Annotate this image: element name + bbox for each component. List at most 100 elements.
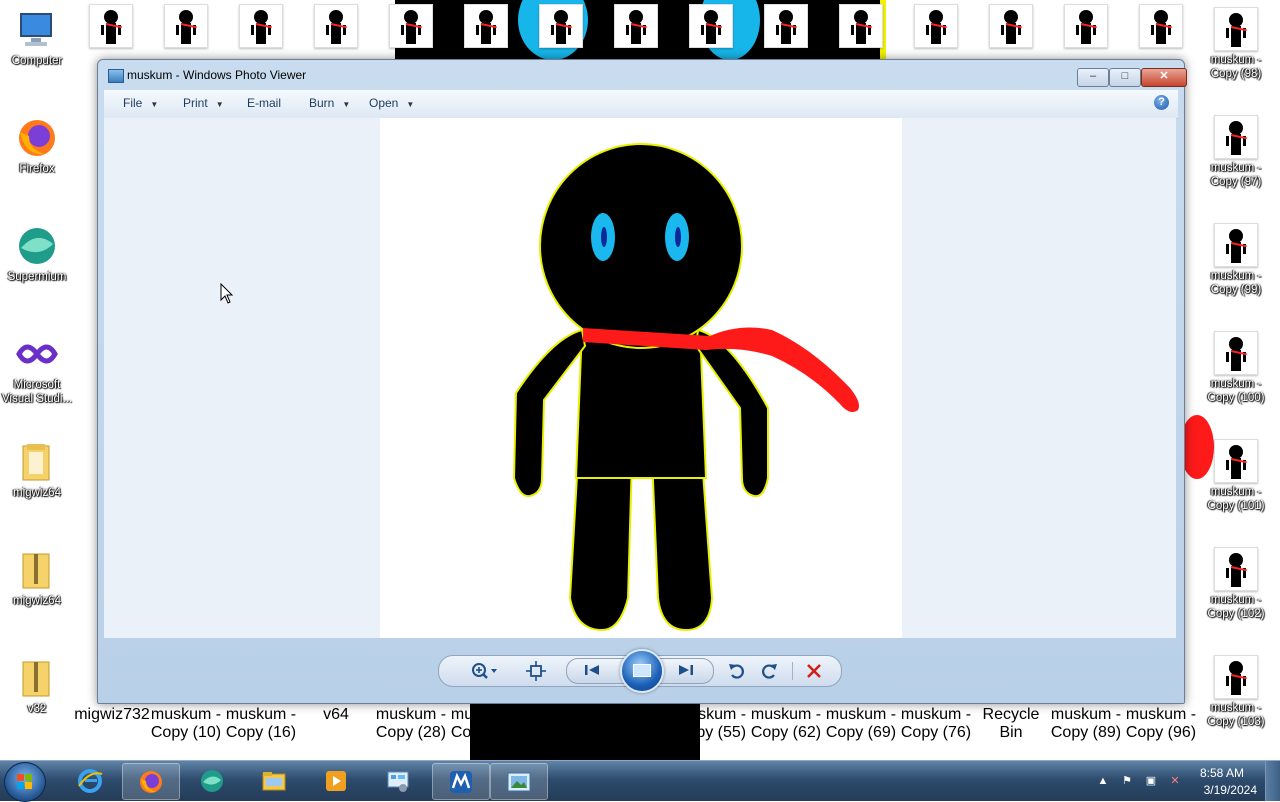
desktop-icon-right-3[interactable]: muskum - Copy (100)	[1199, 328, 1273, 405]
menu-file-label: File	[123, 96, 143, 110]
action-center-icon[interactable]: ⚑	[1120, 774, 1134, 788]
window-title: muskum - Windows Photo Viewer	[127, 68, 307, 82]
chevron-down-icon: ▼	[406, 100, 415, 109]
taskbar-maxthon[interactable]	[432, 763, 490, 800]
desktop-icon-right-2[interactable]: muskum - Copy (99)	[1199, 220, 1273, 297]
desktop-icon-bottom-label-7[interactable]: muskum - Copy (48)	[598, 706, 674, 742]
next-button[interactable]	[673, 660, 699, 680]
desktop-icon-bottom-label-6[interactable]: DVD Maker	[523, 706, 599, 742]
delete-button[interactable]	[801, 661, 827, 681]
desktop-icon-bottom-label-11[interactable]: muskum - Copy (76)	[898, 706, 974, 742]
rotate-counterclockwise-button[interactable]	[724, 661, 750, 681]
taskbar: ▲ ⚑ ▣ ✕ 8:58 AM 3/19/2024	[0, 760, 1280, 802]
clock-time[interactable]: 8:58 AM	[1200, 766, 1244, 780]
menu-burn-label: Burn	[309, 96, 335, 110]
help-icon[interactable]: ?	[1154, 95, 1169, 110]
zoom-button[interactable]	[467, 661, 501, 681]
desktop-icon-bottom-label-12[interactable]: Recycle Bin	[973, 706, 1049, 742]
taskbar-media-player[interactable]	[308, 763, 364, 798]
desktop-icon-bottom-label-9[interactable]: muskum - Copy (62)	[748, 706, 824, 742]
maximize-button[interactable]: □	[1109, 68, 1141, 87]
taskbar-internet-explorer[interactable]	[62, 763, 118, 798]
desktop-icon-bottom-label-4[interactable]: muskum - Copy (28)	[373, 706, 449, 742]
title-bar[interactable]: muskum - Windows Photo Viewer ‒ □ ✕	[98, 60, 1187, 90]
desktop-thumbnail-top-11[interactable]	[914, 4, 958, 48]
photo-viewer-window[interactable]: muskum - Windows Photo Viewer ‒ □ ✕ File…	[97, 59, 1187, 704]
menu-file[interactable]: File ▼	[123, 96, 158, 110]
desktop-icon-left-3[interactable]: Microsoft Visual Studi...	[0, 328, 74, 406]
menu-email[interactable]: E-mail	[247, 96, 281, 110]
desktop-icon-right-6[interactable]: muskum - Copy (103)	[1199, 652, 1273, 729]
desktop-icon-bottom-label-8[interactable]: muskum - Copy (55)	[673, 706, 749, 742]
desktop-thumbnail-top-8[interactable]	[689, 4, 733, 48]
taskbar-firefox[interactable]	[122, 763, 180, 800]
menu-burn[interactable]: Burn ▼	[309, 96, 350, 110]
taskbar-file-explorer[interactable]	[246, 763, 302, 798]
volume-muted-icon[interactable]: ✕	[1168, 774, 1182, 788]
show-desktop-button[interactable]	[1265, 761, 1280, 801]
desktop-icon-bottom-label-5[interactable]: muskum - Copy (35)	[448, 706, 524, 742]
menu-print[interactable]: Print ▼	[183, 96, 224, 110]
desktop-icon-left-2[interactable]: Supermium	[0, 220, 74, 284]
desktop-icon-bottom-label-10[interactable]: muskum - Copy (69)	[823, 706, 899, 742]
desktop-thumbnail-top-1[interactable]	[164, 4, 208, 48]
menu-email-label: E-mail	[247, 96, 282, 110]
desktop-icon-label: Supermium	[7, 271, 67, 283]
desktop-thumbnail-top-0[interactable]	[89, 4, 133, 48]
clock-date[interactable]: 3/19/2024	[1204, 783, 1257, 797]
supermium-icon	[201, 770, 223, 792]
desktop-thumbnail-top-5[interactable]	[464, 4, 508, 48]
desktop-icon-left-6[interactable]: v32	[0, 652, 74, 716]
minimize-button[interactable]: ‒	[1077, 68, 1109, 87]
previous-button[interactable]	[579, 660, 605, 680]
desktop-icon-left-5[interactable]: migwiz64	[0, 544, 74, 608]
visual-studio-icon	[15, 332, 59, 376]
desktop-icon-label: muskum - Copy (100)	[1207, 378, 1265, 404]
desktop-icon-bottom-label-2[interactable]: muskum - Copy (16)	[223, 706, 299, 742]
desktop-icon-bottom-label-13[interactable]: muskum - Copy (89)	[1048, 706, 1124, 742]
desktop-thumbnail-top-4[interactable]	[389, 4, 433, 48]
actual-size-button[interactable]	[523, 661, 549, 681]
desktop-thumbnail-top-3[interactable]	[314, 4, 358, 48]
taskbar-supermium[interactable]	[184, 763, 240, 798]
desktop-icon-left-4[interactable]: migwiz64	[0, 436, 74, 500]
start-button[interactable]	[4, 762, 46, 802]
desktop-thumbnail-top-14[interactable]	[1139, 4, 1183, 48]
desktop-icon-right-1[interactable]: muskum - Copy (97)	[1199, 112, 1273, 189]
slideshow-icon	[633, 664, 651, 677]
slideshow-button[interactable]	[620, 649, 664, 693]
desktop-icon-right-0[interactable]: muskum - Copy (98)	[1199, 4, 1273, 81]
taskbar-photo-viewer[interactable]	[490, 763, 548, 800]
stick-figure-drawing	[512, 143, 859, 632]
desktop-icon-bottom-label-14[interactable]: muskum - Copy (96)	[1123, 706, 1199, 742]
desktop-thumbnail-top-13[interactable]	[1064, 4, 1108, 48]
rotate-clockwise-button[interactable]	[756, 661, 782, 681]
desktop-thumbnail-top-2[interactable]	[239, 4, 283, 48]
desktop-thumbnail-top-12[interactable]	[989, 4, 1033, 48]
show-hidden-icons-icon[interactable]: ▲	[1096, 774, 1110, 788]
desktop-icon-right-5[interactable]: muskum - Copy (102)	[1199, 544, 1273, 621]
image-viewport[interactable]	[104, 118, 1176, 638]
muskum-thumbnail-icon	[1214, 115, 1258, 159]
desktop-thumbnail-top-9[interactable]	[764, 4, 808, 48]
desktop-thumbnail-top-7[interactable]	[614, 4, 658, 48]
muskum-thumbnail-icon	[1214, 223, 1258, 267]
photo-viewer-icon	[507, 772, 531, 792]
desktop-icon-right-4[interactable]: muskum - Copy (101)	[1199, 436, 1273, 513]
desktop-icon-left-1[interactable]: Firefox	[0, 112, 74, 176]
menu-open[interactable]: Open ▼	[369, 96, 414, 110]
network-icon[interactable]: ▣	[1144, 774, 1158, 788]
desktop-icon-label: muskum - Copy (99)	[1210, 270, 1262, 296]
desktop-thumbnail-top-6[interactable]	[539, 4, 583, 48]
zoom-icon	[472, 663, 497, 679]
desktop-icon-bottom-label-1[interactable]: muskum - Copy (10)	[148, 706, 224, 742]
desktop-thumbnail-top-10[interactable]	[839, 4, 883, 48]
desktop-icon-left-0[interactable]: Computer	[0, 4, 74, 68]
menu-open-label: Open	[369, 96, 399, 110]
taskbar-control-panel[interactable]	[370, 763, 426, 798]
zip-folder-icon	[15, 656, 59, 700]
desktop-icon-label: v32	[27, 703, 47, 715]
desktop-icon-bottom-label-0[interactable]: migwiz732	[74, 706, 150, 724]
close-button[interactable]: ✕	[1141, 68, 1187, 87]
desktop-icon-bottom-label-3[interactable]: v64	[298, 706, 374, 724]
